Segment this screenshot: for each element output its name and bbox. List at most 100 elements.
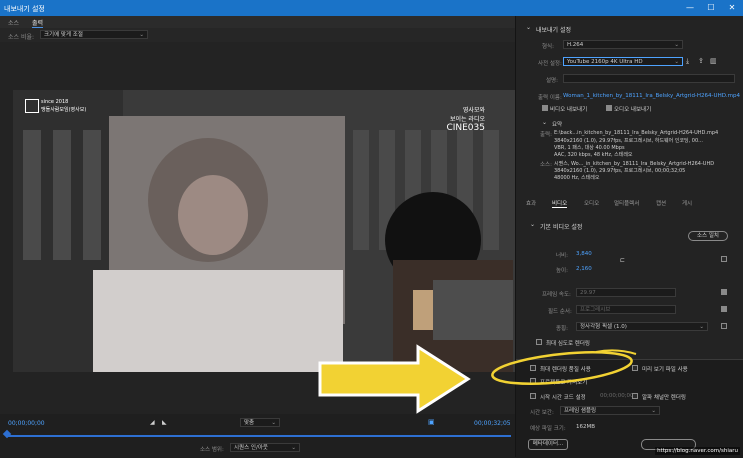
file-size-label: 예상 파일 크기: xyxy=(530,426,566,432)
time-interp-value: 프레임 샘플링 xyxy=(564,408,597,414)
tab-audio[interactable]: 오디오 xyxy=(584,199,599,207)
aspect-select[interactable]: 정사각형 픽셀 (1.0) ⌄ xyxy=(576,322,708,331)
export-settings-title: 내보내기 설정 xyxy=(536,27,572,34)
preset-label: 사전 설정: xyxy=(538,61,562,67)
mark-out-icon[interactable]: ◣ xyxy=(162,419,167,426)
fit-select[interactable]: 맞춤 ⌄ xyxy=(240,418,280,427)
summary-source-line: 시퀀스, Wo..._in_kitchen_by_18111_Ira_Belsk… xyxy=(554,161,715,167)
link-icon[interactable]: ⊏ xyxy=(620,257,625,264)
summary-source-line: 48000 Hz, 스테레오 xyxy=(554,175,600,181)
field-order-label: 필드 순서: xyxy=(548,309,572,315)
close-button[interactable]: ✕ xyxy=(725,2,739,14)
set-start-tc-label: 시작 시간 코드 설정 xyxy=(540,395,586,401)
chevron-down-icon[interactable]: ⌄ xyxy=(542,119,547,126)
summary-source-label: 소스: xyxy=(540,162,552,168)
max-depth-checkbox[interactable] xyxy=(536,339,542,345)
output-name-link[interactable]: Woman_1_kitchen_by_18111_Ira_Belsky_Artg… xyxy=(563,93,740,99)
chevron-down-icon: ⌄ xyxy=(271,420,276,426)
cine-line1: 영사모와 xyxy=(462,107,485,114)
maximize-button[interactable]: ☐ xyxy=(704,2,718,14)
mark-in-icon[interactable]: ◢ xyxy=(150,419,155,426)
tab-publish[interactable]: 게시 xyxy=(682,199,692,207)
timeline-track[interactable] xyxy=(6,435,511,437)
source-scaling-select[interactable]: 크기에 맞게 조절 ⌄ xyxy=(40,30,148,39)
field-order-select[interactable]: 프로그레시브 xyxy=(576,305,676,314)
cine-big: CINE035 xyxy=(446,123,485,133)
file-size-value: 162MB xyxy=(576,424,596,430)
metadata-button[interactable]: 메타데이터... xyxy=(528,439,568,450)
render-alpha-checkbox[interactable] xyxy=(632,393,638,399)
aspect-value: 정사각형 픽셀 (1.0) xyxy=(580,324,627,330)
cine-caption: 영사모와 보이는 라디오 CINE035 xyxy=(446,105,485,133)
arrow-annotation-icon xyxy=(318,344,471,414)
width-value[interactable]: 3,840 xyxy=(576,251,592,257)
minimize-button[interactable]: — xyxy=(683,2,697,14)
format-value: H.264 xyxy=(567,42,584,48)
format-select[interactable]: H.264 ⌄ xyxy=(563,40,683,49)
output-name-label: 출력 이름: xyxy=(538,95,562,101)
basic-video-title: 기본 비디오 설정 xyxy=(540,224,583,231)
height-value[interactable]: 2,160 xyxy=(576,266,592,272)
tab-source[interactable]: 소스 xyxy=(8,18,19,27)
comments-input[interactable] xyxy=(563,74,735,83)
field-order-checkbox[interactable] xyxy=(721,306,727,312)
start-timecode: 00;00;00;00 xyxy=(8,420,45,427)
aspect-checkbox[interactable] xyxy=(721,323,727,329)
export-video-checkbox[interactable] xyxy=(542,105,548,111)
video-frame-image xyxy=(13,90,515,372)
tab-effects[interactable]: 효과 xyxy=(526,199,536,207)
source-scaling-value: 크기에 맞게 조절 xyxy=(44,32,83,38)
format-label: 형식: xyxy=(542,44,554,50)
summary-source-line: 3840x2160 (1.0), 29.97fps, 프로그레시브, 00;00… xyxy=(554,168,686,174)
frame-rate-value: 29.97 xyxy=(580,290,596,296)
cine-line2: 보이는 라디오 xyxy=(449,116,485,123)
tab-output[interactable]: 출력 xyxy=(32,18,44,28)
chevron-down-icon: ⌄ xyxy=(674,59,679,65)
watermark: https://blog.naver.com/shiaru xyxy=(655,447,740,455)
summary-output-line: AAC, 320 kbps, 48 kHz, 스테레오 xyxy=(554,152,633,158)
preview-tabs: 소스 출력 xyxy=(0,16,515,28)
delete-preset-icon[interactable]: ▥ xyxy=(710,57,717,65)
match-source-button[interactable]: 소스 일치 xyxy=(688,231,728,241)
save-preset-icon[interactable]: ⤓ xyxy=(686,57,689,66)
tab-video[interactable]: 비디오 xyxy=(552,199,568,208)
circle-annotation-icon xyxy=(491,349,637,385)
width-height-checkbox[interactable] xyxy=(721,256,727,262)
chevron-down-icon: ⌄ xyxy=(674,42,679,48)
window-title: 내보내기 설정 xyxy=(4,5,45,13)
title-bar: 내보내기 설정 — ☐ ✕ xyxy=(0,0,743,16)
start-tc-value[interactable]: 00;00;00;00 xyxy=(600,393,634,399)
aspect-icon[interactable]: ▣ xyxy=(428,418,435,426)
import-preset-icon[interactable]: ⇪ xyxy=(698,57,704,65)
export-audio-label: 오디오 내보내기 xyxy=(614,107,652,113)
source-scaling-row: 소스 비율: 크기에 맞게 조절 ⌄ xyxy=(0,28,515,42)
source-range-select[interactable]: 시퀀스 인/아웃 ⌄ xyxy=(230,443,300,452)
fit-value: 맞춤 xyxy=(244,420,255,426)
time-interp-label: 시간 보간: xyxy=(530,410,554,416)
chevron-down-icon: ⌄ xyxy=(291,445,296,451)
chevron-down-icon: ⌄ xyxy=(699,324,704,330)
summary-output-line: 3840x2160 (1.0), 29.97fps, 프로그레시브, 하드웨어 … xyxy=(554,138,703,144)
timeline: 00;00;00;00 ◢ ◣ 맞춤 ⌄ ▣ 00;00;32;05 소스 범위… xyxy=(0,414,515,457)
frame-rate-select[interactable]: 29.97 xyxy=(576,288,676,297)
time-interp-select[interactable]: 프레임 샘플링 ⌄ xyxy=(560,406,660,415)
tab-multiplexer[interactable]: 멀티플렉서 xyxy=(614,199,639,207)
set-start-tc-checkbox[interactable] xyxy=(530,393,536,399)
logo-line1: since 2018 xyxy=(41,99,69,105)
frame-rate-checkbox[interactable] xyxy=(721,289,727,295)
export-audio-checkbox[interactable] xyxy=(606,105,612,111)
chevron-down-icon: ⌄ xyxy=(651,408,656,414)
preset-select[interactable]: YouTube 2160p 4K Ultra HD ⌄ xyxy=(563,57,683,66)
end-timecode: 00;00;32;05 xyxy=(474,420,511,427)
summary-output-line: VBR, 1 패스, 대상 40.00 Mbps xyxy=(554,145,625,151)
logo-line2: 맹돌사람모임(영사모) xyxy=(41,107,87,113)
width-label: 너비: xyxy=(556,253,568,259)
summary-output-label: 출력: xyxy=(540,132,552,138)
height-label: 높이: xyxy=(556,268,568,274)
preset-value: YouTube 2160p 4K Ultra HD xyxy=(567,59,643,65)
tab-captions[interactable]: 캡션 xyxy=(656,199,666,207)
settings-tabs: 효과 비디오 오디오 멀티플렉서 캡션 게시 xyxy=(516,199,743,209)
chevron-down-icon[interactable]: ⌄ xyxy=(530,221,535,228)
chevron-down-icon[interactable]: ⌄ xyxy=(526,24,531,31)
export-video-label: 비디오 내보내기 xyxy=(550,107,588,113)
